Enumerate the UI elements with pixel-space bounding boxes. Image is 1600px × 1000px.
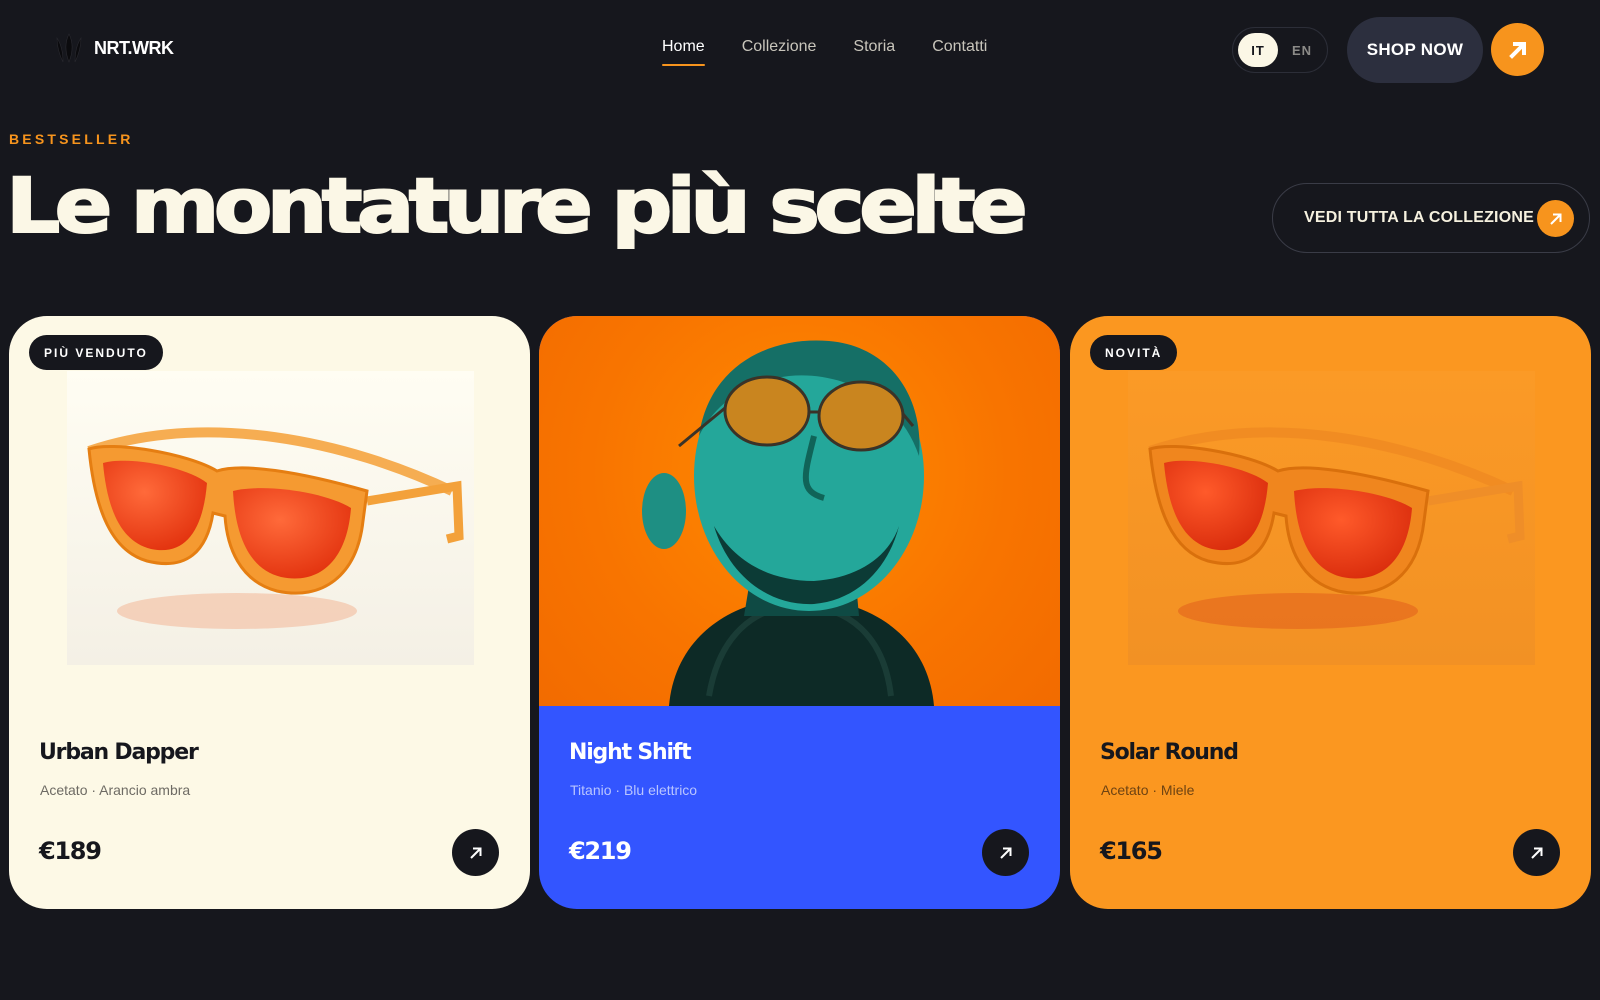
product-name: Night Shift: [569, 740, 692, 765]
brand-logo[interactable]: NRT.WRK: [54, 32, 174, 64]
nav-contatti[interactable]: Contatti: [932, 38, 987, 66]
product-card-solar-round[interactable]: NOVITÀ Solar Round Acetato · Miele €165: [1070, 316, 1591, 909]
model-photo: [539, 316, 1060, 706]
product-price: €189: [39, 837, 102, 865]
arrow-up-right-icon: [1530, 847, 1542, 859]
nav-home[interactable]: Home: [662, 38, 705, 66]
view-all-collection-button[interactable]: VEDI TUTTA LA COLLEZIONE: [1272, 183, 1590, 253]
lang-it[interactable]: IT: [1238, 33, 1278, 67]
product-price: €219: [569, 837, 632, 865]
product-card-urban-dapper[interactable]: PIÙ VENDUTO Urban Dapper Acetato · Aranc…: [9, 316, 530, 909]
shop-arrow-button[interactable]: [1491, 23, 1544, 76]
logo-text: NRT.WRK: [94, 37, 174, 58]
product-name: Urban Dapper: [39, 740, 199, 765]
product-image: [1128, 371, 1535, 665]
sunglasses-image: [87, 427, 464, 629]
view-all-label: VEDI TUTTA LA COLLEZIONE: [1304, 209, 1534, 226]
open-product-button[interactable]: [982, 829, 1029, 876]
page-title: Le montature più scelte: [5, 161, 1029, 250]
product-image: [67, 371, 474, 665]
nav-collezione[interactable]: Collezione: [742, 38, 817, 66]
arrow-up-right-icon: [469, 847, 481, 859]
product-details: Acetato · Arancio ambra: [40, 782, 191, 798]
product-price: €165: [1100, 837, 1163, 865]
product-details: Acetato · Miele: [1101, 782, 1195, 798]
section-eyebrow: BESTSELLER: [9, 131, 134, 147]
arrow-up-right-icon: [1537, 200, 1574, 237]
open-product-button[interactable]: [1513, 829, 1560, 876]
nav-storia[interactable]: Storia: [853, 38, 895, 66]
lang-en[interactable]: EN: [1282, 33, 1322, 67]
product-card-night-shift[interactable]: Night Shift Titanio · Blu elettrico €219: [539, 316, 1060, 909]
arrow-up-right-icon: [1508, 41, 1526, 59]
sunglasses-image: [1148, 427, 1525, 629]
product-details: Titanio · Blu elettrico: [570, 782, 698, 798]
badge-bestseller: PIÙ VENDUTO: [29, 335, 163, 370]
badge-new: NOVITÀ: [1090, 335, 1178, 370]
portrait-image: [642, 340, 934, 706]
open-product-button[interactable]: [452, 829, 499, 876]
shop-now-button[interactable]: SHOP NOW: [1347, 17, 1483, 83]
product-name: Solar Round: [1100, 740, 1239, 765]
leaf-logo-icon: [56, 33, 82, 63]
main-nav: Home Collezione Storia Contatti: [662, 38, 987, 66]
arrow-up-right-icon: [999, 847, 1011, 859]
language-switcher: IT EN: [1232, 27, 1328, 73]
